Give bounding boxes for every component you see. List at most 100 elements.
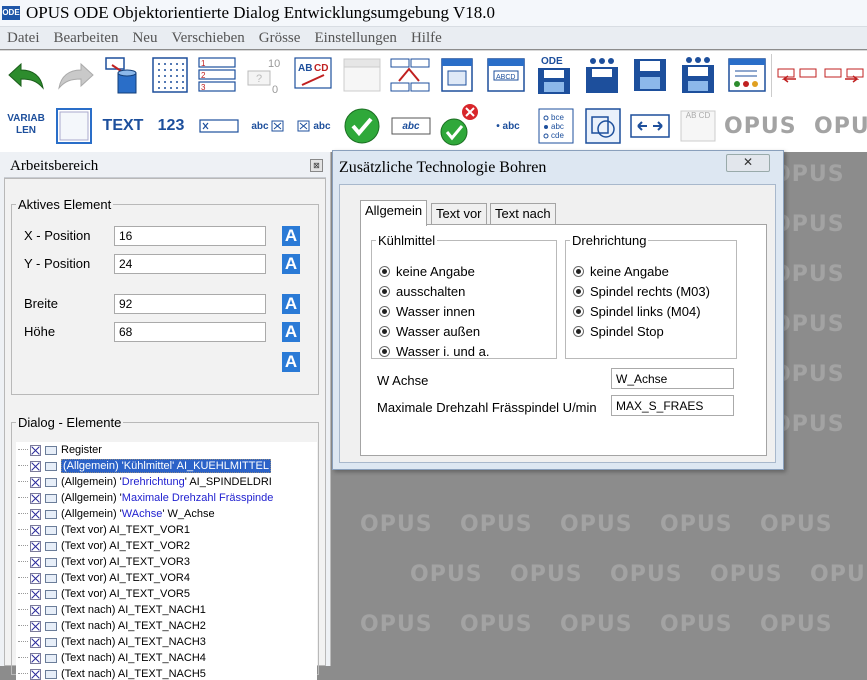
numbering-icon[interactable]: 10 0? <box>246 55 286 95</box>
tab-allgemein[interactable]: Allgemein <box>360 200 428 226</box>
tab-text-nach[interactable]: Text nach <box>490 203 556 225</box>
list-icon[interactable]: 1 2 3 <box>198 56 238 94</box>
button-tool[interactable]: abc <box>390 116 432 136</box>
menu-bearbeiten[interactable]: Bearbeiten <box>46 30 125 47</box>
visibility-checkbox[interactable] <box>30 652 41 664</box>
swap-left-icon[interactable] <box>776 65 818 85</box>
kuehlmittel-option[interactable]: ausschalten <box>379 284 465 299</box>
delete-icon[interactable] <box>101 55 143 95</box>
visibility-checkbox[interactable] <box>30 444 41 456</box>
visibility-checkbox[interactable] <box>30 540 41 552</box>
height-a-button[interactable]: A <box>282 322 300 342</box>
input-field-tool-icon[interactable] <box>198 116 240 136</box>
ode-save-icon[interactable]: ODE <box>534 54 574 96</box>
drehrichtung-option[interactable]: Spindel links (M04) <box>573 304 701 319</box>
variable-tool[interactable]: VARIAB LEN <box>4 110 48 140</box>
kuehlmittel-option[interactable]: Wasser i. und a. <box>379 344 489 359</box>
y-position-input[interactable] <box>114 254 266 274</box>
visibility-checkbox[interactable] <box>30 668 41 680</box>
blank-icon[interactable] <box>342 57 382 93</box>
tree-row[interactable]: (Allgemein) 'WAchse' W_Achse <box>16 506 316 522</box>
kuehlmittel-option[interactable]: Wasser innen <box>379 304 475 319</box>
menu-neu[interactable]: Neu <box>125 30 164 47</box>
radio-button[interactable] <box>573 306 584 317</box>
visibility-checkbox[interactable] <box>30 636 41 648</box>
visibility-checkbox[interactable] <box>30 508 41 520</box>
grid-icon[interactable] <box>151 57 189 93</box>
disabled-field-tool[interactable]: AB CD <box>678 108 718 144</box>
menu-hilfe[interactable]: Hilfe <box>404 30 449 47</box>
drehrichtung-option[interactable]: keine Angabe <box>573 264 669 279</box>
tree-row[interactable]: (Allgemein) 'Drehrichtung' AI_SPINDELDRI <box>16 474 316 490</box>
ok-button-tool-icon[interactable] <box>342 106 382 146</box>
number-tool[interactable]: 123 <box>152 114 190 138</box>
tree-row[interactable]: (Allgemein) 'Maximale Drehzahl Frässpind… <box>16 490 316 506</box>
visibility-checkbox[interactable] <box>30 604 41 616</box>
tree-row[interactable]: (Text vor) AI_TEXT_VOR3 <box>16 554 316 570</box>
y-position-a-button[interactable]: A <box>282 254 300 274</box>
radio-tool[interactable]: • abc <box>488 116 528 136</box>
radio-group-tool-icon[interactable]: bce abc cde <box>536 106 576 146</box>
menu-verschieben[interactable]: Verschieben <box>164 30 251 47</box>
frame-tool-icon[interactable] <box>54 106 94 146</box>
radio-button[interactable] <box>573 266 584 277</box>
menu-einstellungen[interactable]: Einstellungen <box>307 30 404 47</box>
tree-row[interactable]: (Text nach) AI_TEXT_NACH5 <box>16 666 316 680</box>
form-icon[interactable] <box>727 57 767 93</box>
group-box-tool-icon[interactable] <box>583 106 623 146</box>
swap-right-icon[interactable] <box>823 65 865 85</box>
visibility-checkbox[interactable] <box>30 556 41 568</box>
label-checkbox-tool[interactable]: abc <box>246 116 290 136</box>
kuehlmittel-option[interactable]: keine Angabe <box>379 264 475 279</box>
dialog-close-button[interactable]: ✕ <box>726 154 770 172</box>
w-achse-input[interactable] <box>611 368 734 389</box>
drehrichtung-option[interactable]: Spindel Stop <box>573 324 664 339</box>
font-a-button[interactable]: A <box>282 352 300 372</box>
max-drehzahl-input[interactable] <box>611 395 734 416</box>
save-as-icon[interactable] <box>678 55 718 95</box>
dialog-icon[interactable]: ABCD <box>486 57 526 93</box>
checkbox-label-tool[interactable]: abc <box>294 116 334 136</box>
tree-row[interactable]: (Text nach) AI_TEXT_NACH4 <box>16 650 316 666</box>
save-icon[interactable] <box>630 57 670 93</box>
tree-row[interactable]: (Text nach) AI_TEXT_NACH2 <box>16 618 316 634</box>
undo-icon[interactable] <box>6 57 48 93</box>
text-tool[interactable]: TEXT <box>100 114 146 138</box>
radio-button[interactable] <box>379 326 390 337</box>
width-a-button[interactable]: A <box>282 294 300 314</box>
visibility-checkbox[interactable] <box>30 572 41 584</box>
radio-button[interactable] <box>379 306 390 317</box>
tree-row[interactable]: (Text vor) AI_TEXT_VOR2 <box>16 538 316 554</box>
visibility-checkbox[interactable] <box>30 524 41 536</box>
ok-cancel-tool-icon[interactable] <box>436 102 482 148</box>
radio-button[interactable] <box>379 266 390 277</box>
tab-text-vor[interactable]: Text vor <box>431 203 487 225</box>
panel-close-button[interactable]: ⊠ <box>310 159 323 172</box>
menu-datei[interactable]: Datei <box>0 30 46 47</box>
radio-button[interactable] <box>573 286 584 297</box>
text-field-icon[interactable]: AB CD <box>294 57 334 93</box>
tree-row[interactable]: (Allgemein) 'Kühlmittel' AI_KUEHLMITTEL <box>16 458 316 474</box>
drehrichtung-option[interactable]: Spindel rechts (M03) <box>573 284 710 299</box>
visibility-checkbox[interactable] <box>30 492 41 504</box>
radio-button[interactable] <box>573 326 584 337</box>
tree-row[interactable]: (Text nach) AI_TEXT_NACH1 <box>16 602 316 618</box>
tree-row[interactable]: (Text vor) AI_TEXT_VOR5 <box>16 586 316 602</box>
window-icon[interactable] <box>438 57 478 93</box>
x-position-a-button[interactable]: A <box>282 226 300 246</box>
visibility-checkbox[interactable] <box>30 460 41 472</box>
tree-row[interactable]: (Text vor) AI_TEXT_VOR4 <box>16 570 316 586</box>
visibility-checkbox[interactable] <box>30 588 41 600</box>
tree-row[interactable]: Register <box>16 442 316 458</box>
open-icon[interactable] <box>582 55 622 95</box>
radio-button[interactable] <box>379 346 390 357</box>
redo-icon[interactable] <box>54 57 96 93</box>
tree-row[interactable]: (Text vor) AI_TEXT_VOR1 <box>16 522 316 538</box>
spin-arrows-tool-icon[interactable] <box>630 110 670 142</box>
x-position-input[interactable] <box>114 226 266 246</box>
tree-row[interactable]: (Text nach) AI_TEXT_NACH3 <box>16 634 316 650</box>
elements-tree[interactable]: Register (Allgemein) 'Kühlmittel' AI_KUEH… <box>16 442 317 680</box>
height-input[interactable] <box>114 322 266 342</box>
visibility-checkbox[interactable] <box>30 620 41 632</box>
width-input[interactable] <box>114 294 266 314</box>
